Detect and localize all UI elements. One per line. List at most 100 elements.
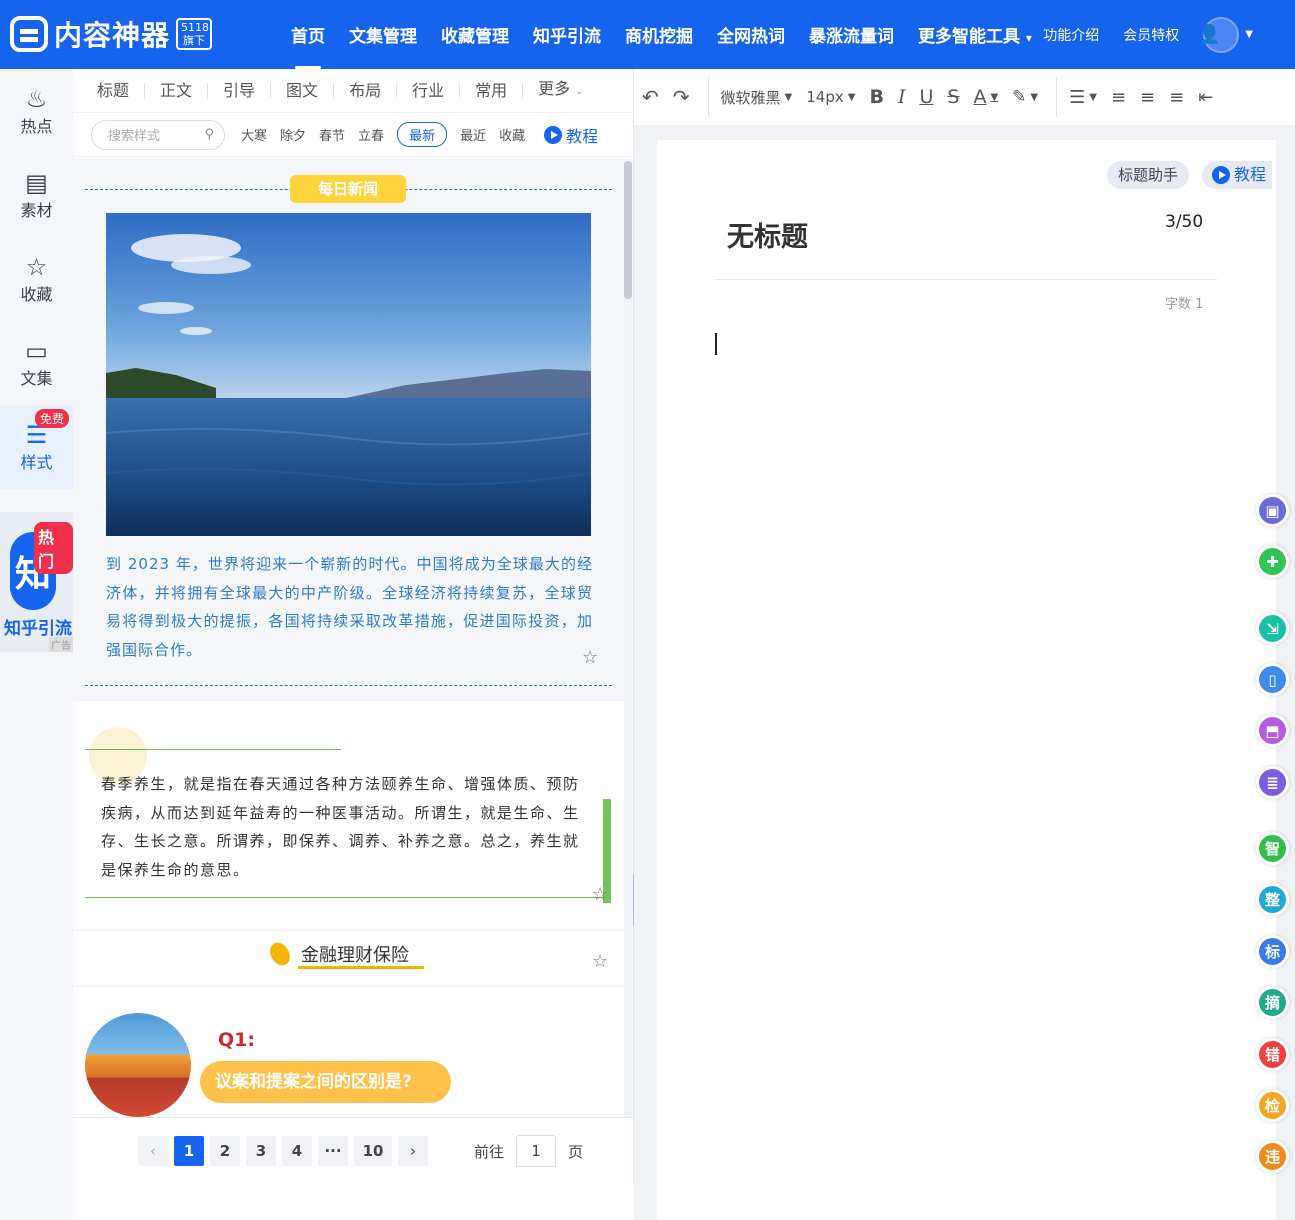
font-color-icon[interactable]: A ▼ — [973, 86, 998, 108]
font-size-value: 14px — [806, 88, 844, 106]
goto-page-input[interactable]: 1 — [516, 1135, 557, 1167]
style-list-scrollbar[interactable] — [624, 161, 632, 1117]
style-tutorial-link[interactable]: 教程 — [544, 123, 598, 147]
flame-icon: ♨ — [25, 85, 48, 113]
organize-fab[interactable]: 整 — [1256, 883, 1289, 916]
align-left-icon[interactable]: ≡ — [1111, 87, 1126, 108]
import-doc-fab[interactable]: ⇲ — [1256, 612, 1289, 645]
style-card-finance-title[interactable]: 金融理财保险 ☆ — [73, 931, 624, 985]
user-avatar[interactable]: 👤 — [1198, 16, 1240, 53]
nav-favorites-management[interactable]: 收藏管理 — [441, 22, 509, 47]
caret-down-icon[interactable]: ▼ — [1245, 29, 1253, 40]
style-list: 每日新闻 到 2023 年，世界将迎来一个崭新的时代。中国将成为全球最大的经济体… — [73, 158, 633, 1118]
bold-icon[interactable]: B — [869, 86, 883, 108]
feature-intro-link[interactable]: 功能介绍 — [1043, 25, 1099, 45]
sidebar-item-material[interactable]: ▤ 素材 — [0, 153, 73, 237]
member-perks-link[interactable]: 会员特权 — [1123, 25, 1179, 45]
toolbar-divider — [707, 77, 709, 117]
nav-more-tools-label: 更多智能工具 — [918, 27, 1020, 47]
style-card-daily-news[interactable]: 每日新闻 到 2023 年，世界将迎来一个崭新的时代。中国将成为全球最大的经济体… — [85, 175, 612, 686]
editor-tutorial-button[interactable]: 教程 — [1202, 161, 1273, 189]
sidebar-item-favorites[interactable]: ☆ 收藏 — [0, 237, 73, 321]
prev-page-button[interactable]: ‹ — [138, 1136, 168, 1166]
page-1-button[interactable]: 1 — [174, 1136, 204, 1166]
keyword-chunjie[interactable]: 春节 — [319, 125, 345, 144]
underline-icon[interactable]: U — [919, 86, 933, 108]
play-icon — [1212, 166, 1230, 184]
page-2-button[interactable]: 2 — [210, 1136, 240, 1166]
nav-hot-words[interactable]: 全网热词 — [717, 22, 785, 47]
smart-fab[interactable]: 智 — [1256, 832, 1289, 865]
save-doc-fab[interactable]: ▣ — [1256, 494, 1289, 527]
nav-more-tools[interactable]: 更多智能工具 ▾ — [918, 22, 1032, 47]
page-10-button[interactable]: 10 — [354, 1136, 392, 1166]
image-download-fab[interactable]: ⬒ — [1256, 714, 1289, 747]
nav-business-mining[interactable]: 商机挖掘 — [625, 22, 693, 47]
abstract-fab[interactable]: 摘 — [1256, 986, 1289, 1019]
tab-guide[interactable]: 引导 — [223, 82, 272, 99]
tab-image-text[interactable]: 图文 — [286, 82, 335, 99]
sidebar-item-styles[interactable]: 免费 ☰ 样式 — [0, 405, 73, 489]
violation-fab[interactable]: 违 — [1256, 1140, 1289, 1173]
redo-icon[interactable]: ↷ — [673, 85, 690, 109]
check-fab[interactable]: 检 — [1256, 1089, 1289, 1122]
typo-fab[interactable]: 错 — [1256, 1038, 1289, 1071]
filter-latest[interactable]: 最新 — [397, 122, 448, 147]
finance-title: 金融理财保险 — [266, 939, 409, 969]
keyword-dahan[interactable]: 大寒 — [241, 125, 267, 144]
page-3-button[interactable]: 3 — [246, 1136, 276, 1166]
sidebar-item-collection[interactable]: ▭ 文集 — [0, 321, 73, 405]
style-search-input[interactable]: 搜索样式 ⚲ — [91, 119, 225, 150]
mobile-preview-fab[interactable]: ▯ — [1256, 663, 1289, 696]
top-right-actions: 功能介绍 会员特权 👤 ▼ — [1043, 0, 1277, 69]
inbox-icon: ▤ — [25, 169, 48, 197]
tab-more[interactable]: 更多 ⌄ — [538, 81, 599, 100]
favorite-star-icon[interactable]: ☆ — [592, 884, 608, 905]
filter-favorites[interactable]: 收藏 — [499, 125, 525, 144]
logo[interactable]: 内容神器 5118 旗下 — [10, 14, 213, 54]
style-category-tabs: 标题 正文 引导 图文 布局 行业 常用 更多 ⌄ — [73, 69, 633, 113]
sidebar-item-hot[interactable]: ♨ 热点 — [0, 69, 73, 153]
editor-toolbar: ↶ ↷ 微软雅黑 ▼ 14px ▼ B I U S A ▼ ✎ ▼ ☰ ▼ ≡ ≡ ≡ ⇤ — [634, 69, 1295, 125]
title-fab[interactable]: 标 — [1256, 935, 1289, 968]
nav-zhihu-traffic[interactable]: 知乎引流 — [533, 22, 601, 47]
document-title-input[interactable]: 无标题 — [727, 215, 808, 254]
nav-home[interactable]: 首页 — [291, 22, 325, 69]
keyword-lichun[interactable]: 立春 — [358, 125, 384, 144]
next-page-button[interactable]: › — [398, 1136, 428, 1166]
italic-icon[interactable]: I — [898, 86, 906, 108]
page-4-button[interactable]: 4 — [282, 1136, 312, 1166]
title-helper-button[interactable]: 标题助手 — [1107, 161, 1190, 189]
favorite-star-icon[interactable]: ☆ — [582, 647, 598, 668]
favorite-star-icon[interactable]: ☆ — [592, 951, 608, 972]
filter-recent[interactable]: 最近 — [460, 125, 486, 144]
nav-surging-traffic-words[interactable]: 暴涨流量词 — [809, 22, 894, 47]
highlight-icon[interactable]: ✎ ▼ — [1012, 87, 1038, 107]
tab-title[interactable]: 标题 — [97, 82, 146, 99]
tab-layout[interactable]: 布局 — [349, 82, 398, 99]
style-card-qa[interactable]: Q1: 议案和提案之间的区别是? — [73, 987, 624, 1118]
nav-collection-management[interactable]: 文集管理 — [349, 22, 417, 47]
font-size-select[interactable]: 14px ▼ — [806, 88, 855, 106]
list-doc-fab[interactable]: ≣ — [1256, 766, 1289, 799]
chevron-down-icon: ▼ — [1089, 91, 1097, 103]
tab-body[interactable]: 正文 — [160, 82, 209, 99]
keyword-chuxi[interactable]: 除夕 — [280, 125, 306, 144]
page-ellipsis-button[interactable]: ··· — [318, 1136, 348, 1166]
style-card-spring-health[interactable]: 春季养生，就是指在春天通过各种方法颐养生命、增强体质、预防疾病，从而达到延年益寿… — [73, 701, 624, 929]
zhihu-ad-banner[interactable]: 知 热门 知乎引流 广告 — [0, 512, 73, 652]
outdent-icon[interactable]: ⇤ — [1198, 87, 1213, 108]
line-height-icon[interactable]: ☰ ▼ — [1069, 87, 1097, 108]
add-doc-fab[interactable]: ✚ — [1256, 545, 1289, 578]
align-center-icon[interactable]: ≡ — [1140, 87, 1155, 108]
tab-common[interactable]: 常用 — [475, 82, 524, 99]
editor-paper[interactable]: 标题助手 教程 无标题 3/50 字数 1 — [657, 140, 1276, 1220]
top-navigation-bar: 内容神器 5118 旗下 首页 文集管理 收藏管理 知乎引流 商机挖掘 全网热词… — [0, 0, 1295, 69]
user-icon: 👤 — [1198, 24, 1221, 45]
align-right-icon[interactable]: ≡ — [1169, 87, 1184, 108]
scrollbar-thumb[interactable] — [624, 161, 632, 299]
strikethrough-icon[interactable]: S — [947, 86, 959, 108]
tab-industry[interactable]: 行业 — [412, 82, 461, 99]
font-family-select[interactable]: 微软雅黑 ▼ — [721, 87, 793, 108]
undo-icon[interactable]: ↶ — [642, 85, 659, 109]
